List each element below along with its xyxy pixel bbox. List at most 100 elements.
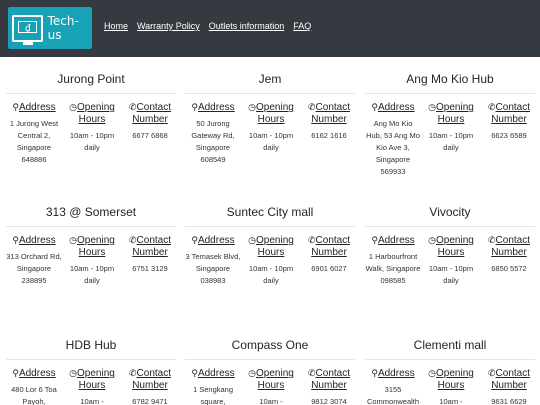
hours-heading[interactable]: ◷Opening Hours [421, 102, 481, 126]
hours-heading[interactable]: ◷Opening Hours [241, 235, 301, 259]
hours-column: ◷Opening Hours 10am - [421, 368, 481, 405]
phone-value: 6162 1616 [311, 131, 347, 140]
hours-heading[interactable]: ◷Opening Hours [62, 102, 122, 126]
nav-link-faq[interactable]: FAQ [293, 21, 311, 31]
outlet-card: Compass One ⚲Address 1 Sengkang square, … [185, 330, 355, 405]
hours-heading[interactable]: ◷Opening Hours [241, 102, 301, 126]
outlet-card: Ang Mo Kio Hub ⚲Address Ang Mo Kio Hub, … [365, 64, 535, 178]
map-marker-icon: ⚲ [191, 369, 198, 379]
map-marker-icon: ⚲ [371, 103, 378, 113]
phone-value: 9631 6629 [491, 397, 527, 405]
clock-icon: ◷ [248, 236, 257, 246]
brand-logo[interactable]: ₫ Tech-us [8, 7, 92, 49]
contact-heading[interactable]: ✆Contact Number [305, 102, 353, 126]
address-heading[interactable]: ⚲Address [185, 368, 241, 380]
hours-value: 10am - 10pm daily [428, 264, 474, 285]
outlet-card: 313 @ Somerset ⚲Address 313 Orchard Rd, … [6, 197, 176, 287]
contact-column: ✆Contact Number 6782 9471 [126, 368, 174, 405]
address-column: ⚲Address 480 Lor 6 Toa Payoh, [6, 368, 62, 405]
hours-heading[interactable]: ◷Opening Hours [241, 368, 301, 392]
hours-value: 10am - 10pm daily [248, 131, 294, 152]
hours-heading[interactable]: ◷Opening Hours [62, 368, 122, 392]
address-heading[interactable]: ⚲Address [185, 102, 241, 114]
hours-column: ◷Opening Hours 10am - 10pm daily [62, 102, 122, 166]
address-value: 3 Temasek Blvd, Singapore 038983 [185, 252, 241, 285]
contact-heading[interactable]: ✆Contact Number [305, 235, 353, 259]
nav-link-outlets-information[interactable]: Outlets information [209, 21, 285, 31]
clock-icon: ◷ [428, 369, 437, 379]
outlet-name: Jurong Point [6, 64, 176, 94]
hours-column: ◷Opening Hours 10am - 10pm daily [241, 102, 301, 166]
hours-heading[interactable]: ◷Opening Hours [421, 368, 481, 392]
outlet-card: Suntec City mall ⚲Address 3 Temasek Blvd… [185, 197, 355, 287]
contact-heading[interactable]: ✆Contact Number [126, 102, 174, 126]
outlet-card: Jurong Point ⚲Address 1 Jurong West Cent… [6, 64, 176, 166]
contact-heading[interactable]: ✆Contact Number [126, 368, 174, 392]
phone-icon: ✆ [128, 369, 137, 379]
nav-link-warranty-policy[interactable]: Warranty Policy [137, 21, 200, 31]
address-value: 50 Jurong Gateway Rd, Singapore 608549 [191, 119, 235, 164]
address-column: ⚲Address 1 Harbourfront Walk, Singapore … [365, 235, 421, 287]
address-heading[interactable]: ⚲Address [6, 102, 62, 114]
outlet-name: Suntec City mall [185, 197, 355, 227]
hours-value: 10am - 10pm daily [69, 264, 115, 285]
hours-column: ◷Opening Hours 10am - 10pm daily [421, 102, 481, 178]
address-heading[interactable]: ⚲Address [365, 368, 421, 380]
phone-icon: ✆ [487, 369, 496, 379]
outlet-card: Jem ⚲Address 50 Jurong Gateway Rd, Singa… [185, 64, 355, 166]
nav-links: Home Warranty Policy Outlets information… [104, 21, 311, 31]
address-value: 480 Lor 6 Toa Payoh, [11, 385, 57, 405]
phone-value: 6850 5572 [491, 264, 527, 273]
contact-column: ✆Contact Number 6850 5572 [485, 235, 533, 287]
outlet-name: Vivocity [365, 197, 535, 227]
phone-icon: ✆ [307, 103, 316, 113]
hours-column: ◷Opening Hours 10am - [241, 368, 301, 405]
address-heading[interactable]: ⚲Address [365, 102, 421, 114]
address-heading[interactable]: ⚲Address [6, 235, 62, 247]
hours-value: 10am - [80, 397, 104, 405]
map-marker-icon: ⚲ [12, 236, 19, 246]
address-value: 3155 Commonwealth [366, 385, 420, 405]
map-marker-icon: ⚲ [12, 103, 19, 113]
hours-value: 10am - 10pm daily [248, 264, 294, 285]
hours-heading[interactable]: ◷Opening Hours [421, 235, 481, 259]
contact-heading[interactable]: ✆Contact Number [485, 368, 533, 392]
hours-value: 10am - [439, 397, 463, 405]
phone-value: 6677 6868 [132, 131, 168, 140]
clock-icon: ◷ [69, 103, 78, 113]
hours-value: 10am - [259, 397, 283, 405]
phone-value: 6782 9471 [132, 397, 168, 405]
address-column: ⚲Address 50 Jurong Gateway Rd, Singapore… [185, 102, 241, 166]
nav-link-home[interactable]: Home [104, 21, 128, 31]
contact-heading[interactable]: ✆Contact Number [305, 368, 353, 392]
laptop-icon: ₫ [12, 14, 43, 45]
address-heading[interactable]: ⚲Address [185, 235, 241, 247]
outlet-name: Compass One [185, 330, 355, 360]
address-value: 1 Jurong West Central 2, Singapore 64888… [9, 119, 59, 164]
phone-value: 6901 6027 [311, 264, 347, 273]
clock-icon: ◷ [248, 103, 257, 113]
contact-heading[interactable]: ✆Contact Number [485, 235, 533, 259]
phone-value: 6751 3129 [132, 264, 168, 273]
contact-column: ✆Contact Number 6623 6589 [485, 102, 533, 178]
address-column: ⚲Address Ang Mo Kio Hub, 53 Ang Mo Kio A… [365, 102, 421, 178]
clock-icon: ◷ [69, 236, 78, 246]
contact-column: ✆Contact Number 9812 3074 [305, 368, 353, 405]
contact-column: ✆Contact Number 9631 6629 [485, 368, 533, 405]
address-heading[interactable]: ⚲Address [365, 235, 421, 247]
clock-icon: ◷ [428, 236, 437, 246]
address-value: Ang Mo Kio Hub, 53 Ang Mo Kio Ave 3, Sin… [366, 119, 420, 176]
address-column: ⚲Address 3155 Commonwealth [365, 368, 421, 405]
map-marker-icon: ⚲ [371, 236, 378, 246]
map-marker-icon: ⚲ [371, 369, 378, 379]
phone-icon: ✆ [307, 236, 316, 246]
contact-heading[interactable]: ✆Contact Number [126, 235, 174, 259]
address-value: 313 Orchard Rd, Singapore 238895 [6, 252, 62, 285]
hours-heading[interactable]: ◷Opening Hours [62, 235, 122, 259]
phone-icon: ✆ [487, 236, 496, 246]
hours-column: ◷Opening Hours 10am - 10pm daily [62, 235, 122, 287]
top-navbar: ₫ Tech-us Home Warranty Policy Outlets i… [0, 0, 540, 57]
address-heading[interactable]: ⚲Address [6, 368, 62, 380]
phone-icon: ✆ [128, 103, 137, 113]
contact-heading[interactable]: ✆Contact Number [485, 102, 533, 126]
